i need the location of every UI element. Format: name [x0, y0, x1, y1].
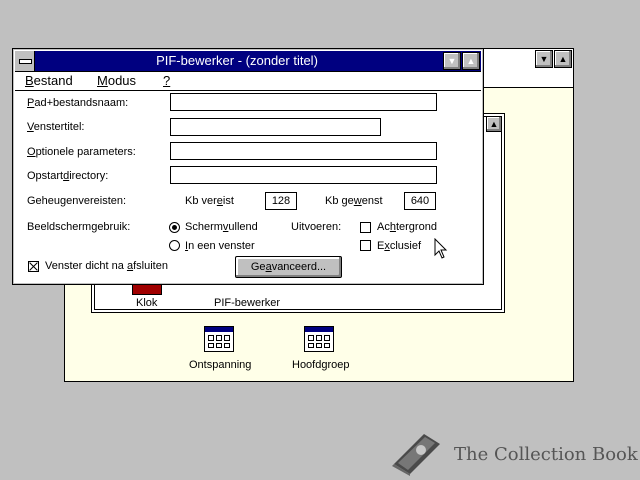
startdir-input[interactable] [170, 166, 437, 184]
group-maximize-icon[interactable]: ▲ [486, 116, 502, 132]
maximize-icon[interactable]: ▲ [462, 52, 480, 70]
advanced-button[interactable]: Geavanceerd... [235, 256, 342, 278]
background-label[interactable]: Achtergrond [377, 221, 437, 233]
book-icon [392, 434, 440, 476]
watermark-text: The Collection Book [454, 444, 638, 465]
window-title: PIF-bewerker - (zonder titel) [156, 53, 318, 68]
watermark: The Collection Book [388, 430, 638, 476]
windowed-radio[interactable] [169, 240, 180, 251]
menu-modus[interactable]: Modus [97, 73, 136, 88]
params-input[interactable] [170, 142, 437, 160]
path-input[interactable] [170, 93, 437, 111]
path-label: Pad+bestandsnaam: [27, 97, 129, 109]
menubar: Bestand Modus ? [15, 72, 481, 91]
windowed-label[interactable]: In een venster [185, 240, 255, 252]
memory-label: Geheugenvereisten: [27, 195, 127, 207]
window-title-input[interactable] [170, 118, 381, 136]
kb-required-label: Kb vereist [185, 195, 234, 207]
window-title-label: Venstertitel: [27, 121, 85, 133]
pif-editor-app-label[interactable]: PIF-bewerker [214, 297, 280, 309]
games-group-label[interactable]: Ontspanning [189, 359, 251, 371]
games-group-icon[interactable] [204, 326, 234, 352]
exclusive-checkbox[interactable] [360, 240, 371, 251]
minimize-icon[interactable]: ▼ [443, 52, 461, 70]
main-group-icon[interactable] [304, 326, 334, 352]
params-label: Optionele parameters: [27, 146, 136, 158]
clock-app-label[interactable]: Klok [136, 297, 157, 309]
kb-required-input[interactable]: 128 [265, 192, 297, 210]
close-on-exit-checkbox[interactable] [28, 261, 39, 272]
system-menu-icon[interactable] [15, 51, 35, 71]
exclusive-label[interactable]: Exclusief [377, 240, 421, 252]
startdir-label: Opstartdirectory: [27, 170, 109, 182]
execution-label: Uitvoeren: [291, 221, 342, 233]
background-checkbox[interactable] [360, 222, 371, 233]
minimize-icon[interactable]: ▼ [535, 50, 553, 68]
menu-help[interactable]: ? [163, 73, 170, 88]
pif-editor-window: PIF-bewerker - (zonder titel) ▼ ▲ Bestan… [12, 48, 484, 285]
clock-app-icon[interactable] [132, 284, 162, 295]
fullscreen-label[interactable]: Schermvullend [185, 221, 258, 233]
kb-desired-label: Kb gewenst [325, 195, 383, 207]
mouse-pointer-icon [434, 238, 448, 259]
close-on-exit-label[interactable]: Venster dicht na afsluiten [45, 260, 168, 272]
display-label: Beeldschermgebruik: [27, 221, 131, 233]
kb-desired-input[interactable]: 640 [404, 192, 436, 210]
main-group-label[interactable]: Hoofdgroep [292, 359, 350, 371]
menu-bestand[interactable]: Bestand [25, 73, 73, 88]
fullscreen-radio[interactable] [169, 222, 180, 233]
maximize-icon[interactable]: ▲ [554, 50, 572, 68]
pif-editor-titlebar[interactable]: PIF-bewerker - (zonder titel) ▼ ▲ [15, 51, 481, 72]
